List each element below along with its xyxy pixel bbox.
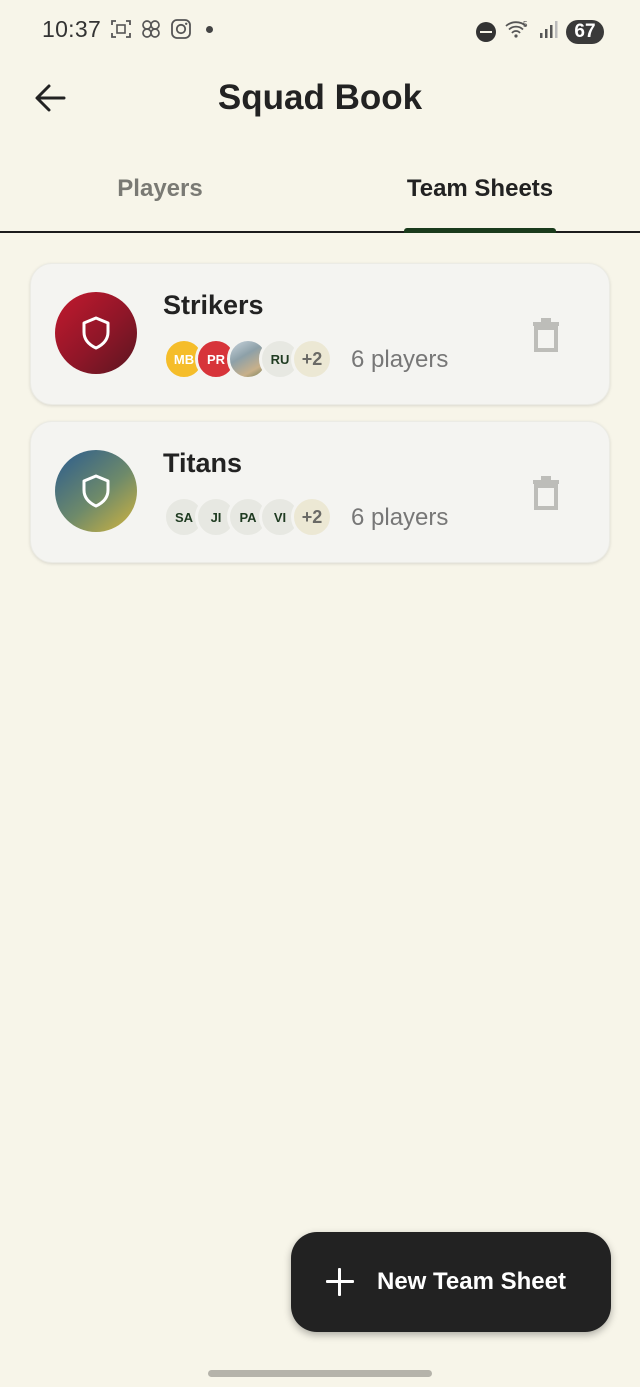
tab-bar: Players Team Sheets [0,150,640,233]
more-players-badge: +2 [291,338,333,380]
players-count: 6 players [351,504,449,531]
trash-icon [533,476,559,510]
team-name: Titans [163,448,243,478]
wifi-icon: 5 [504,18,530,45]
team-name: Strikers [163,290,264,320]
notification-dot-icon [206,25,213,33]
status-bar: 10:37 5 67 [0,0,640,62]
instagram-icon [170,18,192,40]
pinwheel-icon [140,18,162,40]
team-logo [55,292,137,374]
trash-icon [533,318,559,352]
delete-button[interactable] [529,316,563,354]
plus-icon [325,1267,355,1297]
shield-icon [82,316,110,350]
page-title: Squad Book [217,78,423,117]
signal-icon [538,18,558,45]
new-team-sheet-label: New Team Sheet [377,1268,566,1295]
status-notification-icons [110,18,213,40]
team-sheet-card-titans[interactable]: Titans SA JI PA VI +2 6 players [30,421,610,563]
screenshot-icon [110,18,132,40]
status-system-icons: 5 67 [476,18,604,45]
new-team-sheet-button[interactable]: New Team Sheet [291,1232,611,1332]
dnd-icon [476,21,496,42]
status-time: 10:37 [42,16,102,42]
more-players-badge: +2 [291,496,333,538]
tab-players[interactable]: Players [0,150,320,231]
tab-team-sheets[interactable]: Team Sheets [320,150,640,231]
home-indicator[interactable] [208,1370,432,1377]
battery-indicator: 67 [566,19,604,44]
player-avatars: SA JI PA VI +2 [163,496,333,540]
team-logo [55,450,137,532]
svg-text:5: 5 [523,20,528,29]
player-avatars: MB PR RU +2 [163,338,333,382]
delete-button[interactable] [529,474,563,512]
shield-icon [82,474,110,508]
players-count: 6 players [351,346,449,373]
tab-selected-indicator [404,228,556,233]
team-sheet-card-strikers[interactable]: Strikers MB PR RU +2 6 players [30,263,610,405]
